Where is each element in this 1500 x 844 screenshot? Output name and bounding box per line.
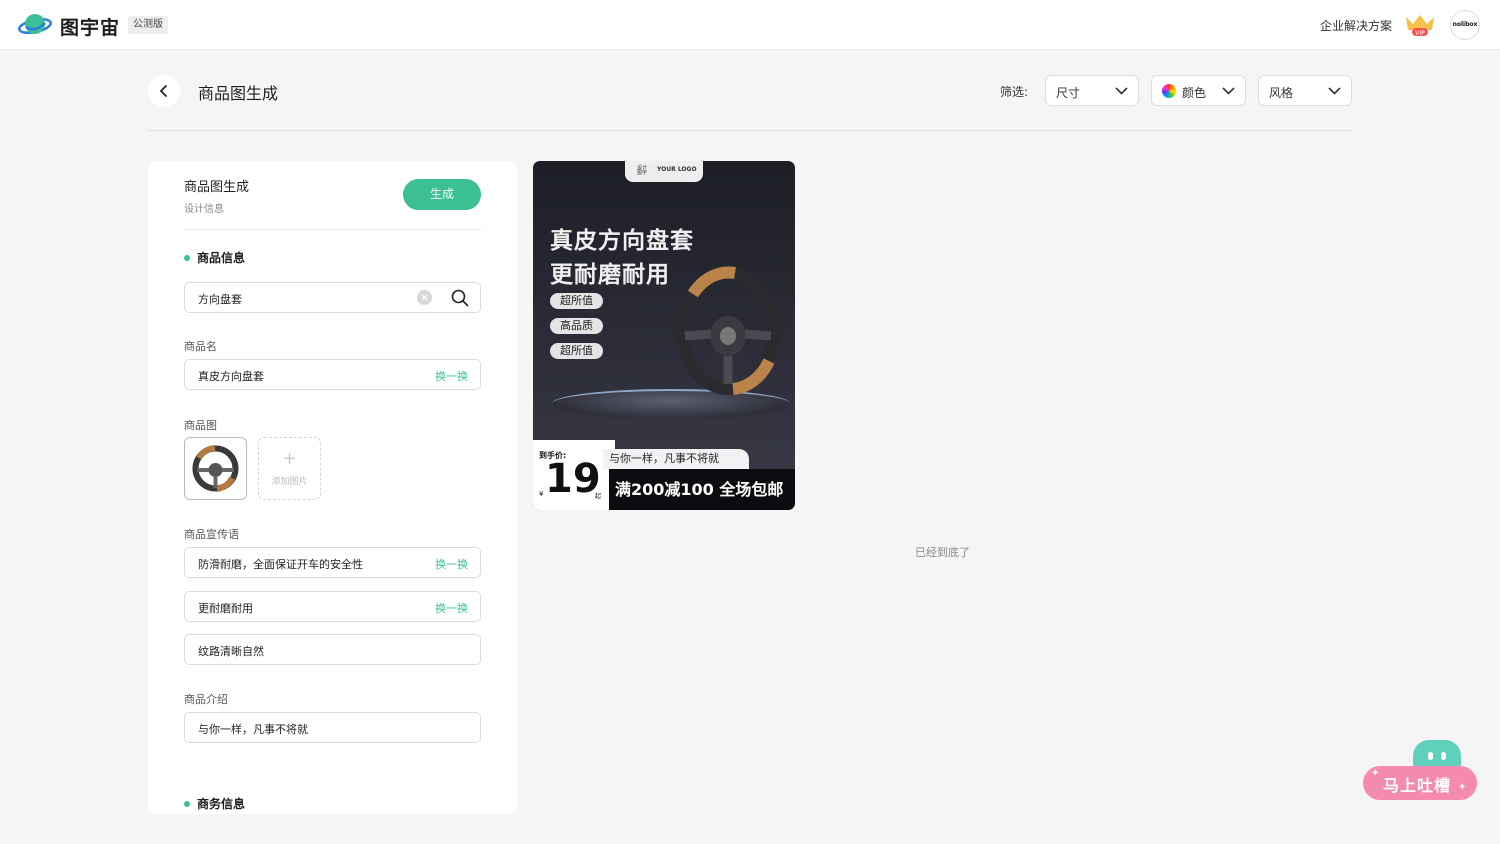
clear-icon[interactable]: [417, 290, 432, 305]
slogan-field-2[interactable]: 更耐磨耐用 换一换: [184, 591, 481, 622]
price-currency: ¥: [539, 490, 544, 498]
product-name-label: 商品名: [184, 340, 217, 353]
planet-logo-icon[interactable]: [18, 11, 52, 39]
beta-badge: 公测版: [128, 16, 168, 34]
end-of-list-hint: 已经到底了: [915, 546, 970, 559]
section-product-info: 商品信息: [184, 249, 245, 266]
poster-slogan: 与你一样，凡事不将就: [603, 449, 749, 469]
sparkle-icon: ✦: [1458, 782, 1467, 793]
intro-field[interactable]: 与你一样，凡事不将就: [184, 712, 481, 743]
feedback-label: 马上吐槽: [1383, 776, 1452, 795]
poster-tag-2: 高品质: [550, 318, 603, 334]
generate-button[interactable]: 生成: [403, 179, 481, 210]
product-name-field[interactable]: 真皮方向盘套 换一换: [184, 359, 481, 390]
swap-slogan-2-button[interactable]: 换一换: [435, 600, 468, 616]
design-info-panel: 商品图生成 设计信息 生成 商品信息 方向盘套 商品名 真皮方向盘套 换一换 商…: [148, 161, 517, 814]
swap-name-button[interactable]: 换一换: [435, 368, 468, 384]
style-filter-select[interactable]: 风格: [1258, 75, 1352, 106]
feedback-button[interactable]: 马上吐槽 ✦ ✦: [1363, 740, 1477, 802]
generated-poster-card[interactable]: 设计 图宇 YOUR LOGO 真皮方向盘套 更耐磨耐用 超所值 高品质 超所值…: [533, 161, 795, 510]
panel-divider: [184, 229, 481, 230]
price-suffix: 起: [595, 493, 602, 500]
section-product-label: 商品信息: [197, 251, 246, 265]
poster-logo: 设计 图宇 YOUR LOGO: [625, 161, 703, 182]
slogan-label: 商品宣传语: [184, 528, 239, 541]
poster-logo-small: 设计 图宇: [637, 165, 648, 176]
vip-label: VIP: [1415, 30, 1425, 37]
color-wheel-icon: [1162, 84, 1176, 98]
slogan-value-2: 更耐磨耐用: [198, 602, 253, 615]
color-filter-value: 颜色: [1182, 86, 1207, 100]
slogan-value-3: 纹路清晰自然: [198, 645, 264, 658]
panel-subtitle: 设计信息: [184, 204, 224, 215]
poster-promo: 满200减100 全场包邮: [609, 469, 795, 510]
price-value: 19: [545, 456, 601, 502]
steering-wheel-icon: [192, 445, 239, 492]
chevron-down-icon: [1115, 87, 1128, 95]
section-business-label: 商务信息: [197, 797, 246, 811]
vip-crown-icon[interactable]: VIP: [1404, 13, 1436, 37]
page-title: 商品图生成: [198, 84, 279, 103]
enterprise-solutions-link[interactable]: 企业解决方案: [1320, 17, 1392, 34]
header-divider: [148, 130, 1352, 131]
bullet-dot: [184, 800, 190, 807]
product-search-input[interactable]: 方向盘套: [184, 282, 481, 313]
swap-slogan-1-button[interactable]: 换一换: [435, 556, 468, 572]
sparkle-icon: ✦: [1371, 768, 1380, 779]
filter-label: 筛选:: [1000, 85, 1029, 99]
brand-name[interactable]: 图宇宙: [60, 13, 120, 40]
slogan-field-1[interactable]: 防滑耐磨，全面保证开车的安全性 换一换: [184, 547, 481, 578]
panel-title: 商品图生成: [184, 180, 250, 195]
color-filter-select[interactable]: 颜色: [1151, 75, 1246, 106]
product-search-value: 方向盘套: [198, 293, 242, 306]
chevron-left-icon: [159, 85, 167, 97]
plus-icon: +: [281, 448, 298, 469]
poster-tag-1: 超所值: [550, 293, 603, 309]
poster-tag-3: 超所值: [550, 343, 603, 359]
poster-headline-1: 真皮方向盘套: [550, 228, 694, 254]
add-image-button[interactable]: + 添加图片: [258, 437, 321, 500]
robot-eye: [1428, 752, 1433, 760]
section-business-info: 商务信息: [184, 795, 245, 812]
intro-label: 商品介绍: [184, 693, 228, 706]
product-image-thumbnail[interactable]: [184, 437, 247, 500]
robot-eye: [1441, 752, 1446, 760]
slogan-field-3[interactable]: 纹路清晰自然: [184, 634, 481, 665]
product-name-value: 真皮方向盘套: [198, 370, 264, 383]
intro-value: 与你一样，凡事不将就: [198, 723, 308, 736]
product-image-label: 商品图: [184, 419, 217, 432]
style-filter-value: 风格: [1269, 86, 1294, 100]
search-icon[interactable]: [451, 289, 469, 307]
size-filter-select[interactable]: 尺寸: [1045, 75, 1139, 106]
bullet-dot: [184, 254, 190, 261]
user-avatar[interactable]: nolibox: [1450, 10, 1480, 40]
chevron-down-icon: [1222, 87, 1235, 95]
poster-headline-2: 更耐磨耐用: [550, 262, 670, 288]
add-image-label: 添加图片: [271, 477, 308, 487]
top-bar: 图宇宙 公测版 企业解决方案 VIP nolibox: [0, 0, 1500, 50]
size-filter-value: 尺寸: [1056, 86, 1081, 100]
steering-wheel-image: [676, 266, 780, 395]
slogan-value-1: 防滑耐磨，全面保证开车的安全性: [198, 558, 363, 571]
back-button[interactable]: [148, 75, 180, 107]
chevron-down-icon: [1328, 87, 1341, 95]
poster-logo-text: YOUR LOGO: [657, 166, 697, 173]
